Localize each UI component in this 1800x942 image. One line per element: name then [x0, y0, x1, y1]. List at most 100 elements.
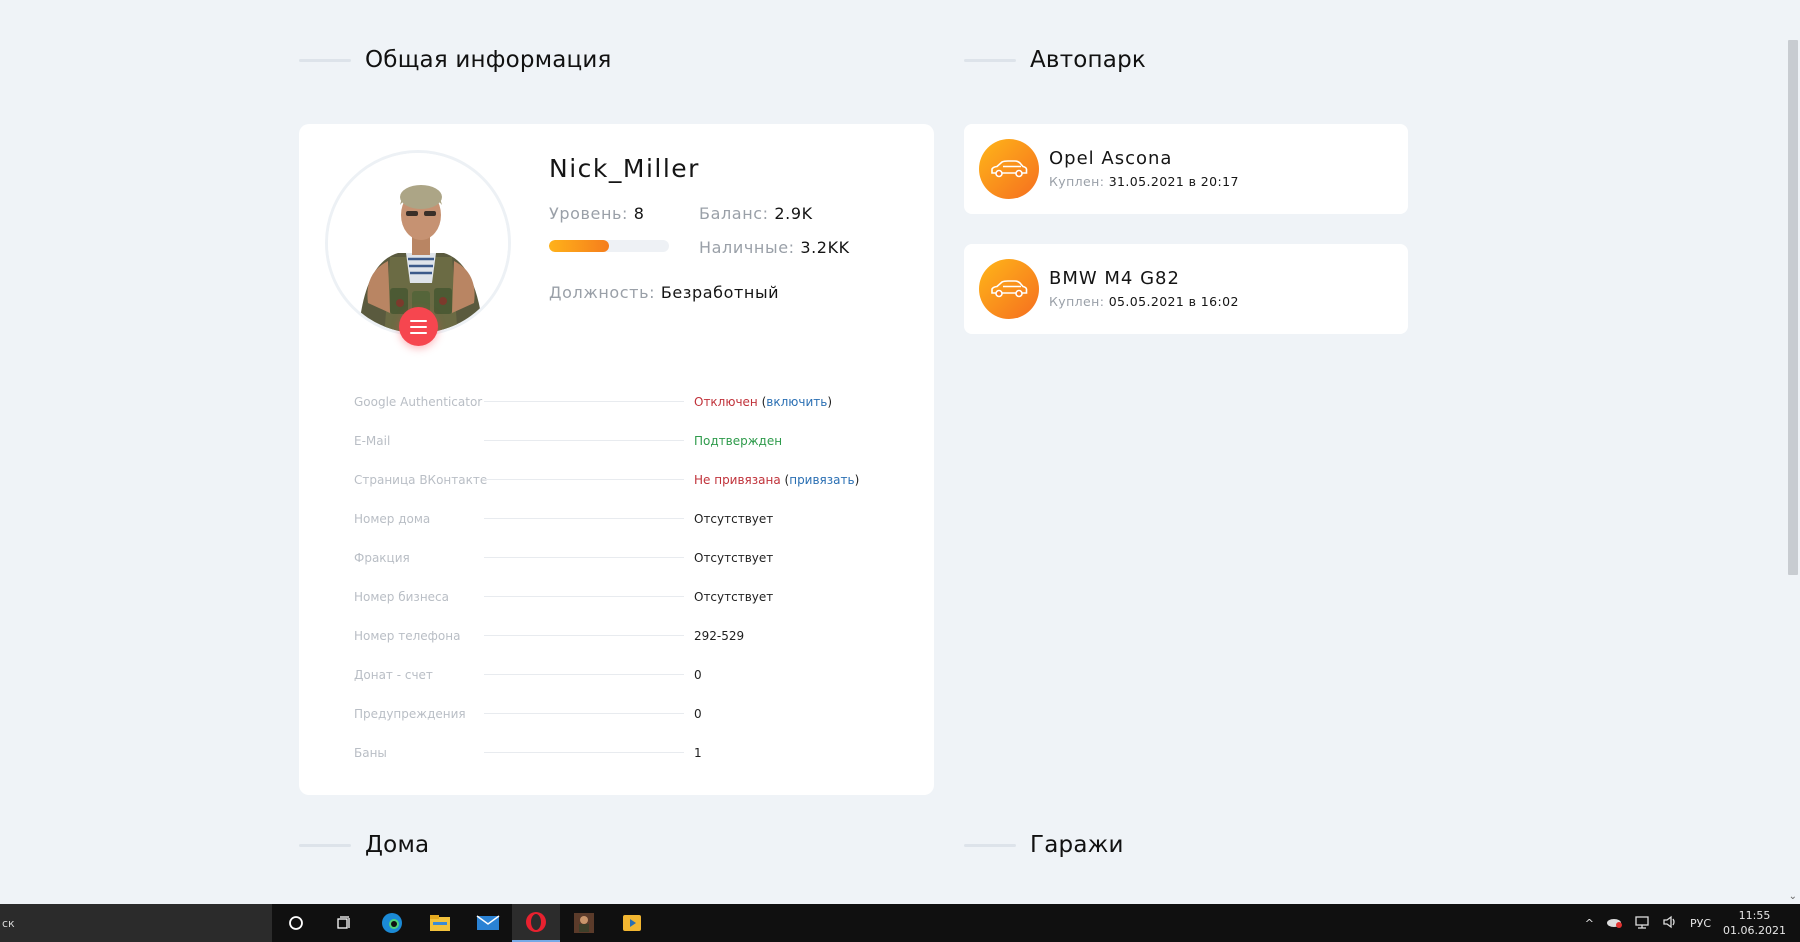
car-purchase-value: 05.05.2021 в 16:02 [1108, 294, 1239, 309]
taskbar-search-box[interactable]: ск [0, 904, 272, 942]
info-row: Google Authenticator Отключен (включить) [354, 382, 884, 421]
paren-close: ) [827, 394, 833, 409]
section-title-text: Общая информация [365, 47, 612, 73]
car-icon [979, 259, 1039, 319]
onedrive-icon[interactable] [1606, 916, 1622, 931]
balance-stat: Баланс: 2.9K [699, 204, 813, 223]
info-row: Баны 1 [354, 733, 884, 772]
paren-close: ) [854, 472, 860, 487]
paren-open: ( [757, 394, 767, 409]
car-card[interactable]: Opel Ascona Куплен: 31.05.2021 в 20:17 [964, 124, 1408, 214]
volume-icon[interactable] [1662, 915, 1678, 932]
cash-value: 3.2KK [800, 238, 850, 257]
file-explorer-icon[interactable] [416, 904, 464, 942]
info-row-value: Отключен (включить) [694, 395, 832, 409]
section-title-text: Гаражи [1030, 832, 1124, 858]
info-row: Страница ВКонтакте Не привязана (привязат… [354, 460, 884, 499]
level-progress-fill [549, 240, 609, 252]
paren-open: ( [780, 472, 790, 487]
section-title-text: Дома [365, 832, 430, 858]
section-dash [964, 58, 1016, 62]
edge-icon[interactable] [368, 904, 416, 942]
info-row: Номер телефона 292-529 [354, 616, 884, 655]
info-row-divider [484, 518, 684, 519]
position-stat: Должность: Безработный [549, 283, 779, 302]
scrollbar-thumb[interactable] [1788, 40, 1798, 575]
info-row-key: Донат - счет [354, 667, 433, 682]
task-view-icon[interactable] [320, 904, 368, 942]
game-icon[interactable] [560, 904, 608, 942]
info-row-action-link[interactable]: привязать [789, 473, 854, 487]
info-row-key: Фракция [354, 550, 410, 565]
network-icon[interactable] [1634, 915, 1650, 932]
info-row-divider [484, 752, 684, 753]
car-card[interactable]: BMW M4 G82 Куплен: 05.05.2021 в 16:02 [964, 244, 1408, 334]
system-tray: ^ РУС 11:55 01.06.2021 [1585, 908, 1800, 938]
opera-icon[interactable] [512, 904, 560, 942]
car-purchase-label: Куплен: [1049, 294, 1105, 309]
level-value: 8 [633, 204, 645, 223]
info-row-divider [484, 674, 684, 675]
info-row: E-Mail Подтвержден [354, 421, 884, 460]
info-row-value: Отсутствует [694, 512, 773, 526]
media-player-icon[interactable] [608, 904, 656, 942]
clock[interactable]: 11:55 01.06.2021 [1723, 908, 1786, 938]
language-indicator[interactable]: РУС [1690, 917, 1711, 930]
info-row-value: Отсутствует [694, 590, 773, 604]
info-row-value: Отсутствует [694, 551, 773, 565]
info-row-status: Подтвержден [694, 433, 783, 448]
section-autopark: Автопарк [964, 47, 1146, 73]
section-dash [299, 843, 351, 847]
info-row-key: Страница ВКонтакте [354, 472, 488, 487]
info-row-value: 0 [694, 707, 702, 721]
position-label: Должность: [549, 283, 656, 302]
info-row-divider [484, 401, 684, 402]
windows-taskbar: ск ^ РУС 11:55 01.06.2021 [0, 904, 1800, 942]
info-row-divider [484, 557, 684, 558]
cortana-icon[interactable] [272, 904, 320, 942]
info-row-status: Отсутствует [694, 511, 774, 526]
mail-icon[interactable] [464, 904, 512, 942]
info-row-status: Не привязана [694, 472, 781, 487]
car-purchase-date: Куплен: 05.05.2021 в 16:02 [1049, 294, 1239, 309]
chevron-up-icon[interactable]: ^ [1585, 917, 1594, 930]
taskbar-search-text: ск [2, 916, 15, 930]
clock-date: 01.06.2021 [1723, 924, 1786, 937]
info-row-key: Предупреждения [354, 706, 466, 721]
car-purchase-label: Куплен: [1049, 174, 1105, 189]
info-row-status: 1 [694, 745, 702, 760]
info-row-divider [484, 596, 684, 597]
section-dash [299, 58, 351, 62]
level-progress-bar [549, 240, 669, 252]
info-row: Предупреждения 0 [354, 694, 884, 733]
info-row-value: Подтвержден [694, 434, 782, 448]
menu-line [410, 325, 427, 328]
info-row-divider [484, 440, 684, 441]
scroll-down-arrow-icon[interactable]: ⌄ [1789, 891, 1797, 902]
info-row-action-link[interactable]: включить [766, 395, 827, 409]
car-purchase-value: 31.05.2021 в 20:17 [1108, 174, 1239, 189]
info-row: Донат - счет 0 [354, 655, 884, 694]
info-row: Номер дома Отсутствует [354, 499, 884, 538]
info-row-divider [484, 635, 684, 636]
info-row-key: Номер телефона [354, 628, 461, 643]
car-icon [979, 139, 1039, 199]
page-scrollbar[interactable]: ⌄ [1786, 0, 1800, 904]
info-row-status: Отсутствует [694, 550, 774, 565]
info-row: Фракция Отсутствует [354, 538, 884, 577]
info-row-status: 0 [694, 706, 702, 721]
balance-value: 2.9K [774, 204, 813, 223]
car-name: Opel Ascona [1049, 148, 1173, 169]
avatar-menu-button[interactable] [399, 307, 438, 346]
section-garages: Гаражи [964, 832, 1124, 858]
info-row-value: 0 [694, 668, 702, 682]
info-row-key: Номер бизнеса [354, 589, 449, 604]
info-row-status: Отсутствует [694, 589, 774, 604]
cash-stat: Наличные: 3.2KK [699, 238, 850, 257]
info-row-divider [484, 713, 684, 714]
account-info-list: Google Authenticator Отключен (включить) E… [354, 382, 884, 772]
level-stat: Уровень: 8 [549, 204, 645, 223]
info-row-key: E-Mail [354, 433, 391, 448]
section-houses: Дома [299, 832, 429, 858]
info-row-value: 1 [694, 746, 702, 760]
